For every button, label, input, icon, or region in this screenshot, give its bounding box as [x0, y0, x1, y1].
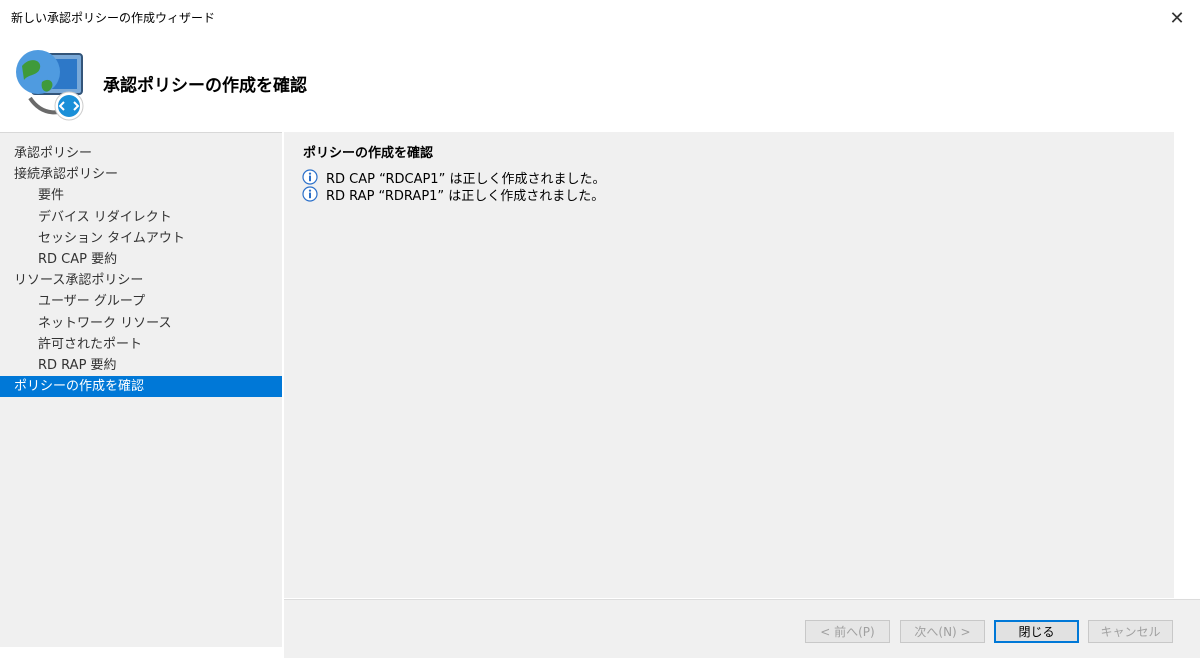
back-button[interactable]: < 前へ(P) [805, 620, 890, 643]
title-bar: 新しい承認ポリシーの作成ウィザード ✕ [0, 0, 1200, 36]
step-item-device-redirection: デバイス リダイレクト [38, 209, 172, 225]
info-icon [302, 186, 318, 202]
bottom-strip [0, 647, 284, 658]
info-icon [302, 169, 318, 185]
step-item-session-timeout: セッション タイムアウト [38, 230, 185, 246]
next-button[interactable]: 次へ(N) > [900, 620, 985, 643]
step-item-connection-authorization-policy: 接続承認ポリシー [14, 167, 119, 183]
step-item-rd-cap-summary: RD CAP 要約 [38, 251, 118, 267]
cancel-button[interactable]: キャンセル [1088, 620, 1173, 643]
step-item-allowed-ports: 許可されたポート [38, 336, 143, 352]
step-item-requirements: 要件 [38, 188, 65, 204]
step-item-resource-authorization-policy: リソース承認ポリシー [14, 273, 144, 289]
wizard-steps-sidebar: 承認ポリシー 接続承認ポリシー 要件 デバイス リダイレクト セッション タイム… [0, 132, 282, 647]
main-content: ポリシーの作成を確認 RD CAP “RDCAP1” は正しく作成されました。 … [284, 132, 1174, 598]
section-title: ポリシーの作成を確認 [303, 146, 434, 161]
step-item-user-groups: ユーザー グループ [38, 294, 146, 310]
remote-desktop-gateway-icon [16, 50, 84, 121]
close-icon: ✕ [1169, 7, 1185, 29]
message-text: RD RAP “RDRAP1” は正しく作成されました。 [326, 188, 605, 204]
step-item-confirm-policy-creation: ポリシーの作成を確認 [0, 376, 282, 398]
close-window-button[interactable]: ✕ [1154, 0, 1200, 36]
step-item-authorization-policies: 承認ポリシー [14, 146, 93, 161]
page-heading: 承認ポリシーの作成を確認 [103, 76, 307, 96]
window-title: 新しい承認ポリシーの作成ウィザード [11, 11, 216, 25]
content-right-margin [1174, 132, 1200, 598]
wizard-footer: < 前へ(P) 次へ(N) > 閉じる キャンセル [284, 599, 1200, 658]
close-button[interactable]: 閉じる [994, 620, 1079, 643]
step-item-network-resources: ネットワーク リソース [38, 315, 172, 331]
step-item-rd-rap-summary: RD RAP 要約 [38, 357, 117, 373]
steps-list: 承認ポリシー 接続承認ポリシー 要件 デバイス リダイレクト セッション タイム… [0, 143, 282, 398]
message-rd-cap-created: RD CAP “RDCAP1” は正しく作成されました。 [302, 168, 605, 187]
message-rd-rap-created: RD RAP “RDRAP1” は正しく作成されました。 [302, 185, 605, 204]
wizard-header: 承認ポリシーの作成を確認 [0, 36, 1200, 132]
